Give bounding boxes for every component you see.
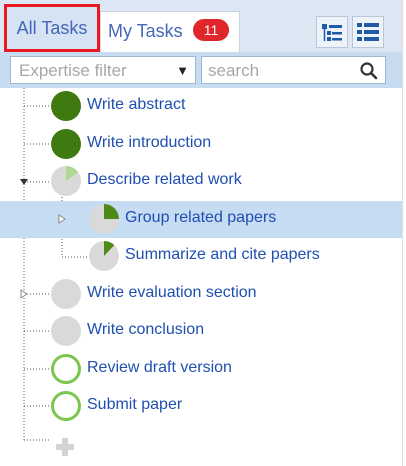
task-progress-pie-icon (88, 240, 120, 272)
expand-arrow-icon[interactable] (57, 214, 67, 224)
task-row[interactable]: Submit paper (0, 388, 402, 425)
task-not-started-icon (50, 278, 82, 310)
task-label[interactable]: Review draft version (87, 359, 232, 377)
task-progress-pie-icon (50, 165, 82, 197)
tree-view-button[interactable] (316, 16, 348, 48)
filter-bar: Expertise filter ▼ search (0, 52, 402, 88)
task-label[interactable]: Describe related work (87, 171, 242, 189)
task-label[interactable]: Write evaluation section (87, 284, 257, 302)
tab-my-tasks-label: My Tasks (108, 21, 183, 41)
task-row[interactable]: Write introduction (0, 126, 402, 163)
task-ready-ring-icon (50, 353, 82, 385)
tree-view-icon (322, 24, 342, 41)
task-complete-icon (50, 90, 82, 122)
task-label[interactable]: Submit paper (87, 396, 182, 414)
task-complete-icon (50, 128, 82, 160)
expand-arrow-icon[interactable] (19, 289, 29, 299)
list-view-button[interactable] (352, 16, 384, 48)
task-label[interactable]: Group related papers (125, 209, 276, 227)
tab-my-tasks[interactable]: My Tasks 11 (100, 11, 240, 52)
dropdown-caret-icon: ▼ (176, 63, 189, 78)
task-row[interactable]: Review draft version (0, 351, 402, 388)
search-placeholder: search (208, 61, 260, 80)
add-task-icon[interactable] (55, 437, 75, 457)
expertise-filter-placeholder: Expertise filter (19, 61, 127, 80)
task-label[interactable]: Summarize and cite papers (125, 246, 320, 264)
task-label[interactable]: Write abstract (87, 96, 185, 114)
task-label[interactable]: Write conclusion (87, 321, 204, 339)
task-panel: All Tasks My Tasks 11 Expertise filter ▼… (0, 0, 403, 466)
list-view-icon (357, 23, 379, 41)
task-label[interactable]: Write introduction (87, 134, 211, 152)
collapse-arrow-icon[interactable] (19, 177, 29, 187)
task-progress-pie-icon (88, 203, 120, 235)
search-input[interactable]: search (201, 56, 386, 84)
my-tasks-count-badge: 11 (193, 19, 229, 41)
tab-bar: All Tasks My Tasks 11 (0, 0, 402, 52)
expertise-filter-select[interactable]: Expertise filter ▼ (10, 56, 196, 84)
task-ready-ring-icon (50, 390, 82, 422)
task-not-started-icon (50, 315, 82, 347)
tab-all-tasks[interactable]: All Tasks (4, 4, 100, 52)
task-row[interactable]: Write abstract (0, 88, 402, 125)
task-tree: Write abstract Write introduction Describe… (0, 88, 402, 466)
task-row[interactable]: Describe related work (0, 163, 402, 200)
task-row[interactable]: Write evaluation section (0, 276, 402, 313)
task-row[interactable]: Summarize and cite papers (0, 238, 402, 275)
search-icon[interactable] (359, 61, 379, 81)
tab-all-tasks-label: All Tasks (16, 18, 88, 38)
task-row[interactable]: Write conclusion (0, 313, 402, 350)
